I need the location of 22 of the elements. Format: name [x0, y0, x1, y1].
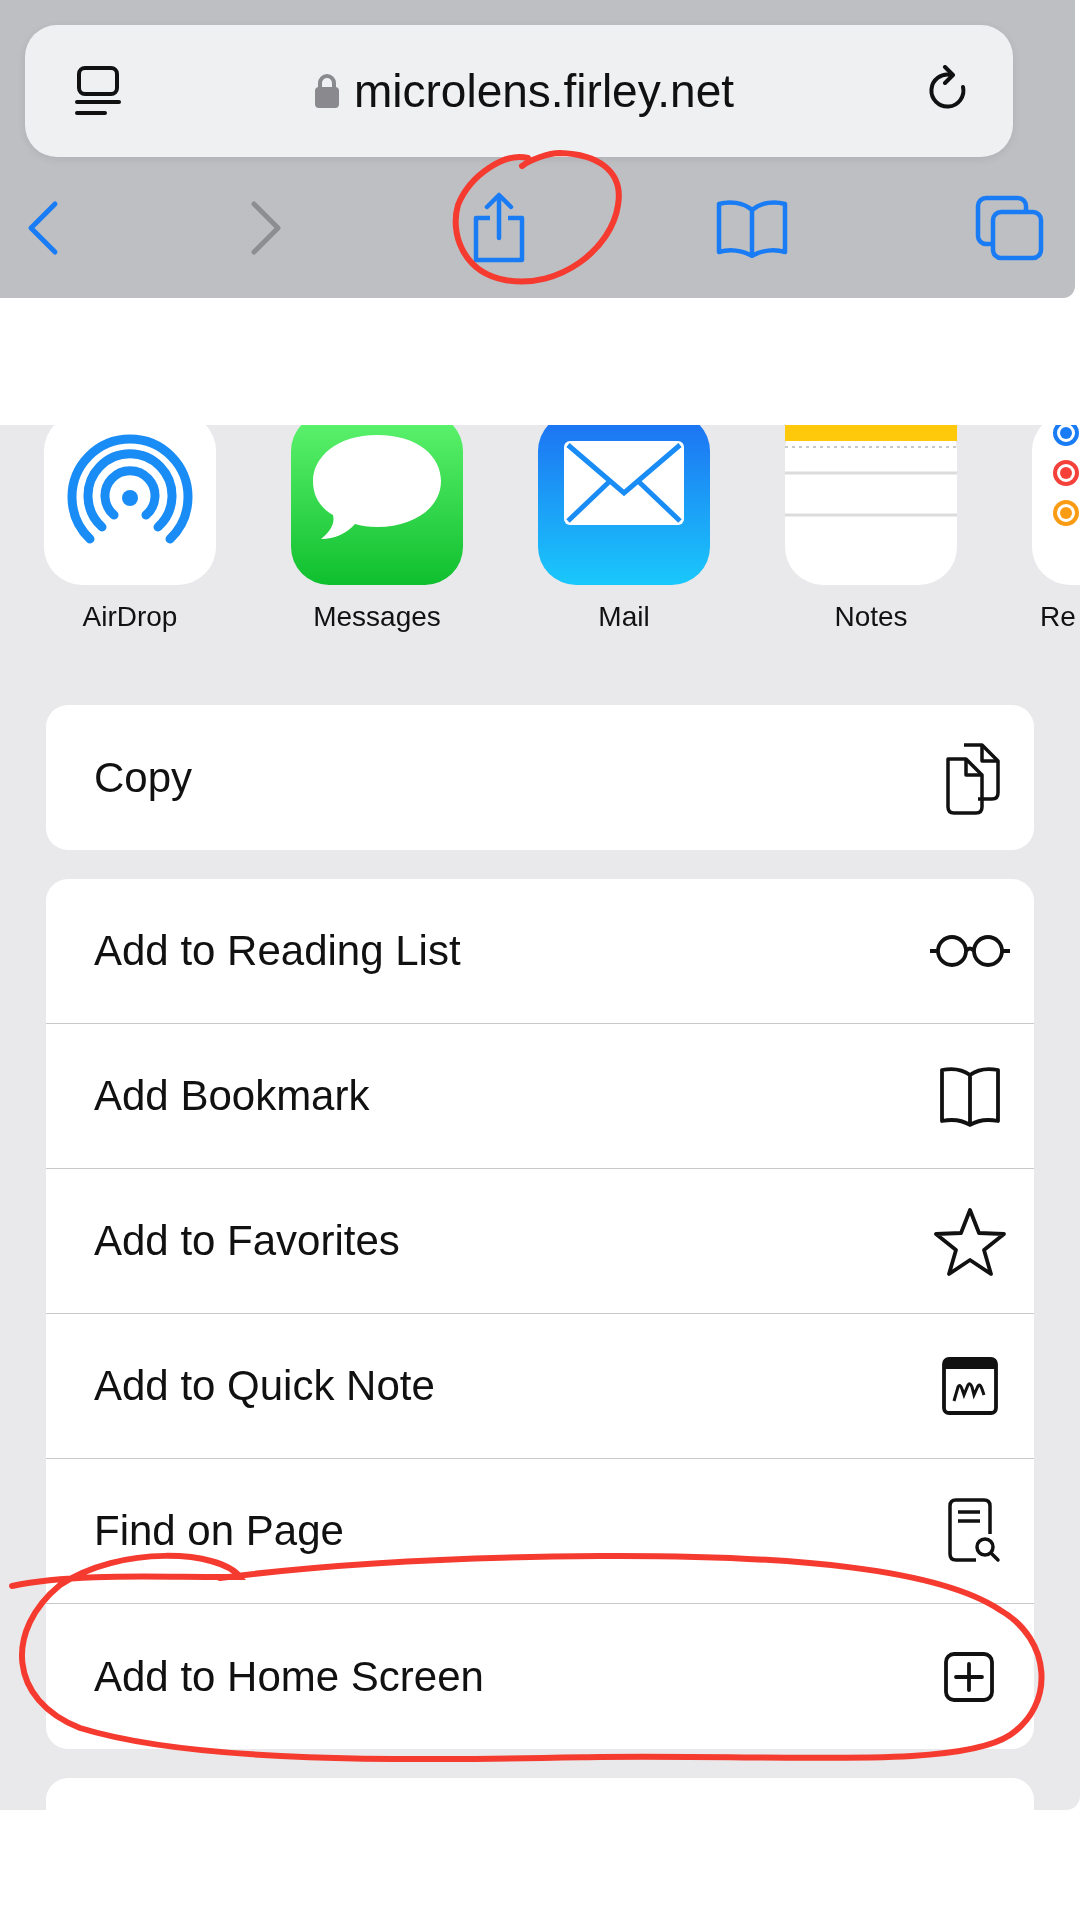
notes-app-icon[interactable] [785, 425, 957, 585]
app-label: Mail [598, 601, 650, 633]
tabs-button[interactable] [975, 194, 1045, 261]
action-item[interactable]: Add to Reading List [46, 879, 1034, 1024]
reader-icon[interactable] [75, 65, 123, 117]
action-item[interactable]: Find on Page [46, 1459, 1034, 1604]
action-item[interactable]: Add to Home Screen [46, 1604, 1034, 1749]
action-item[interactable]: Add to Favorites [46, 1169, 1034, 1314]
app-label: AirDrop [82, 601, 178, 633]
action-item[interactable]: Add to Quick Note [46, 1314, 1034, 1459]
url-text: microlens.firley.net [353, 64, 734, 118]
mail-app-icon[interactable] [538, 425, 710, 585]
action-item[interactable]: Add Bookmark [46, 1024, 1034, 1169]
action-item[interactable]: Copy [46, 705, 1034, 850]
app-label: Notes [834, 601, 908, 633]
lock-icon [313, 73, 340, 109]
airdrop-app-icon[interactable] [44, 425, 216, 585]
messages-app-icon[interactable] [291, 425, 463, 585]
address-bar[interactable]: microlens.firley.net [25, 25, 1013, 157]
app-label: Messages [313, 601, 441, 633]
app-label: Re [1040, 601, 1076, 633]
bookmarks-button[interactable] [714, 197, 789, 258]
